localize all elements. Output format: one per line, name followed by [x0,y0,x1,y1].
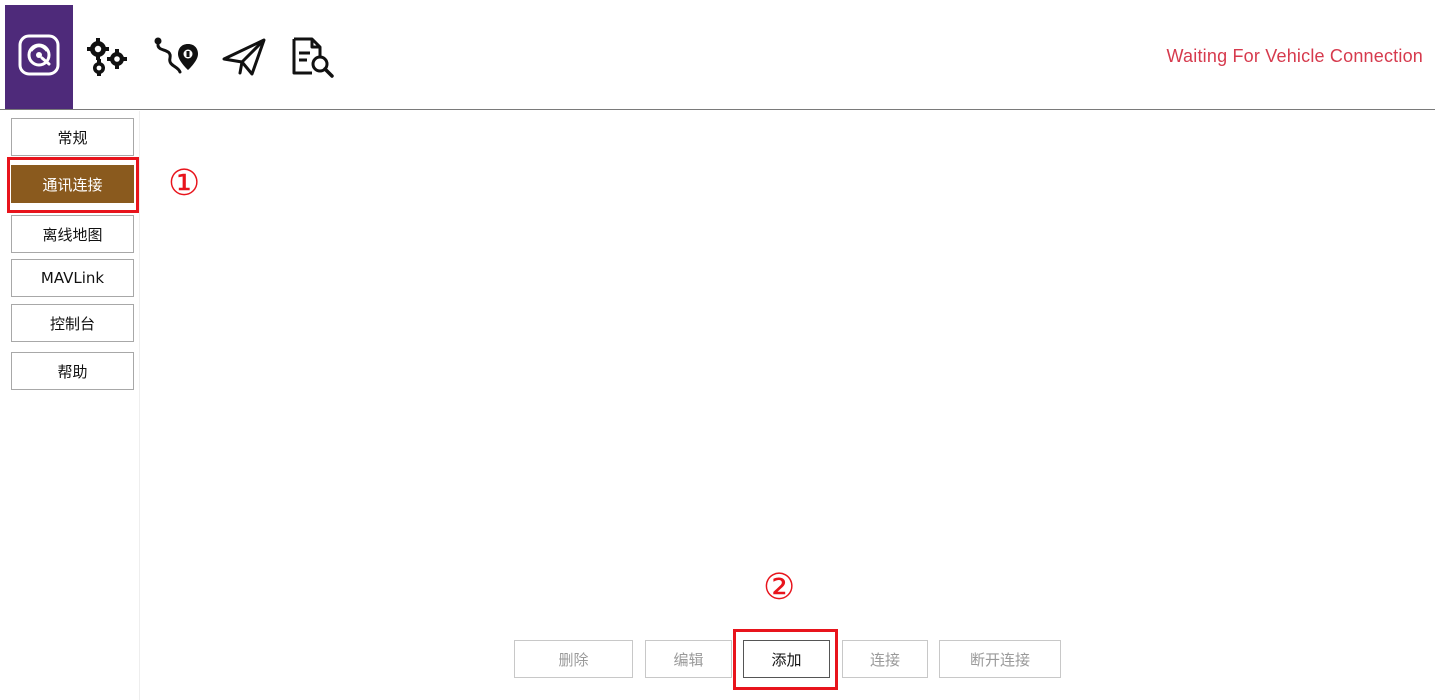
sidebar-item-offline-maps[interactable]: 离线地图 [11,215,134,253]
sidebar-item-label: 控制台 [49,314,95,333]
sidebar-item-console[interactable]: 控制台 [11,304,134,342]
app-window: Waiting For Vehicle Connection 常规 通讯连接 离… [0,0,1435,700]
sidebar-item-general[interactable]: 常规 [11,118,134,156]
sidebar-item-mavlink[interactable]: MAVLink [11,259,134,297]
app-logo-button[interactable] [5,5,73,109]
connect-label: 连接 [869,650,900,669]
sidebar-item-label: MAVLink [40,269,105,287]
analyze-button[interactable] [290,36,336,78]
settings-sidebar: 常规 通讯连接 离线地图 MAVLink 控制台 帮助 [0,111,140,700]
step1-marker: ① [168,163,201,204]
add-label: 添加 [771,650,802,669]
app-logo-icon [17,33,61,81]
sidebar-item-label: 常规 [57,128,88,147]
sidebar-item-label: 通讯连接 [42,175,103,194]
step2-marker: ② [763,567,796,608]
top-toolbar: Waiting For Vehicle Connection [0,0,1435,110]
delete-button[interactable]: 删除 [514,640,633,678]
edit-label: 编辑 [673,650,704,669]
route-plan-icon [152,36,198,78]
settings-button[interactable] [84,36,130,78]
disconnect-label: 断开连接 [969,650,1030,669]
log-analyze-icon [290,36,336,78]
delete-label: 删除 [558,650,589,669]
sidebar-item-help[interactable]: 帮助 [11,352,134,390]
sidebar-item-label: 帮助 [57,362,88,381]
sidebar-item-comm-links[interactable]: 通讯连接 [11,165,134,203]
sidebar-item-label: 离线地图 [42,225,103,244]
connection-status-text: Waiting For Vehicle Connection [1166,46,1423,66]
fly-send-icon [222,37,268,77]
disconnect-button[interactable]: 断开连接 [939,640,1061,678]
plan-button[interactable] [152,36,198,78]
fly-button[interactable] [222,36,268,78]
settings-gears-icon [84,37,130,77]
connect-button[interactable]: 连接 [842,640,928,678]
add-button[interactable]: 添加 [743,640,830,678]
edit-button[interactable]: 编辑 [645,640,732,678]
